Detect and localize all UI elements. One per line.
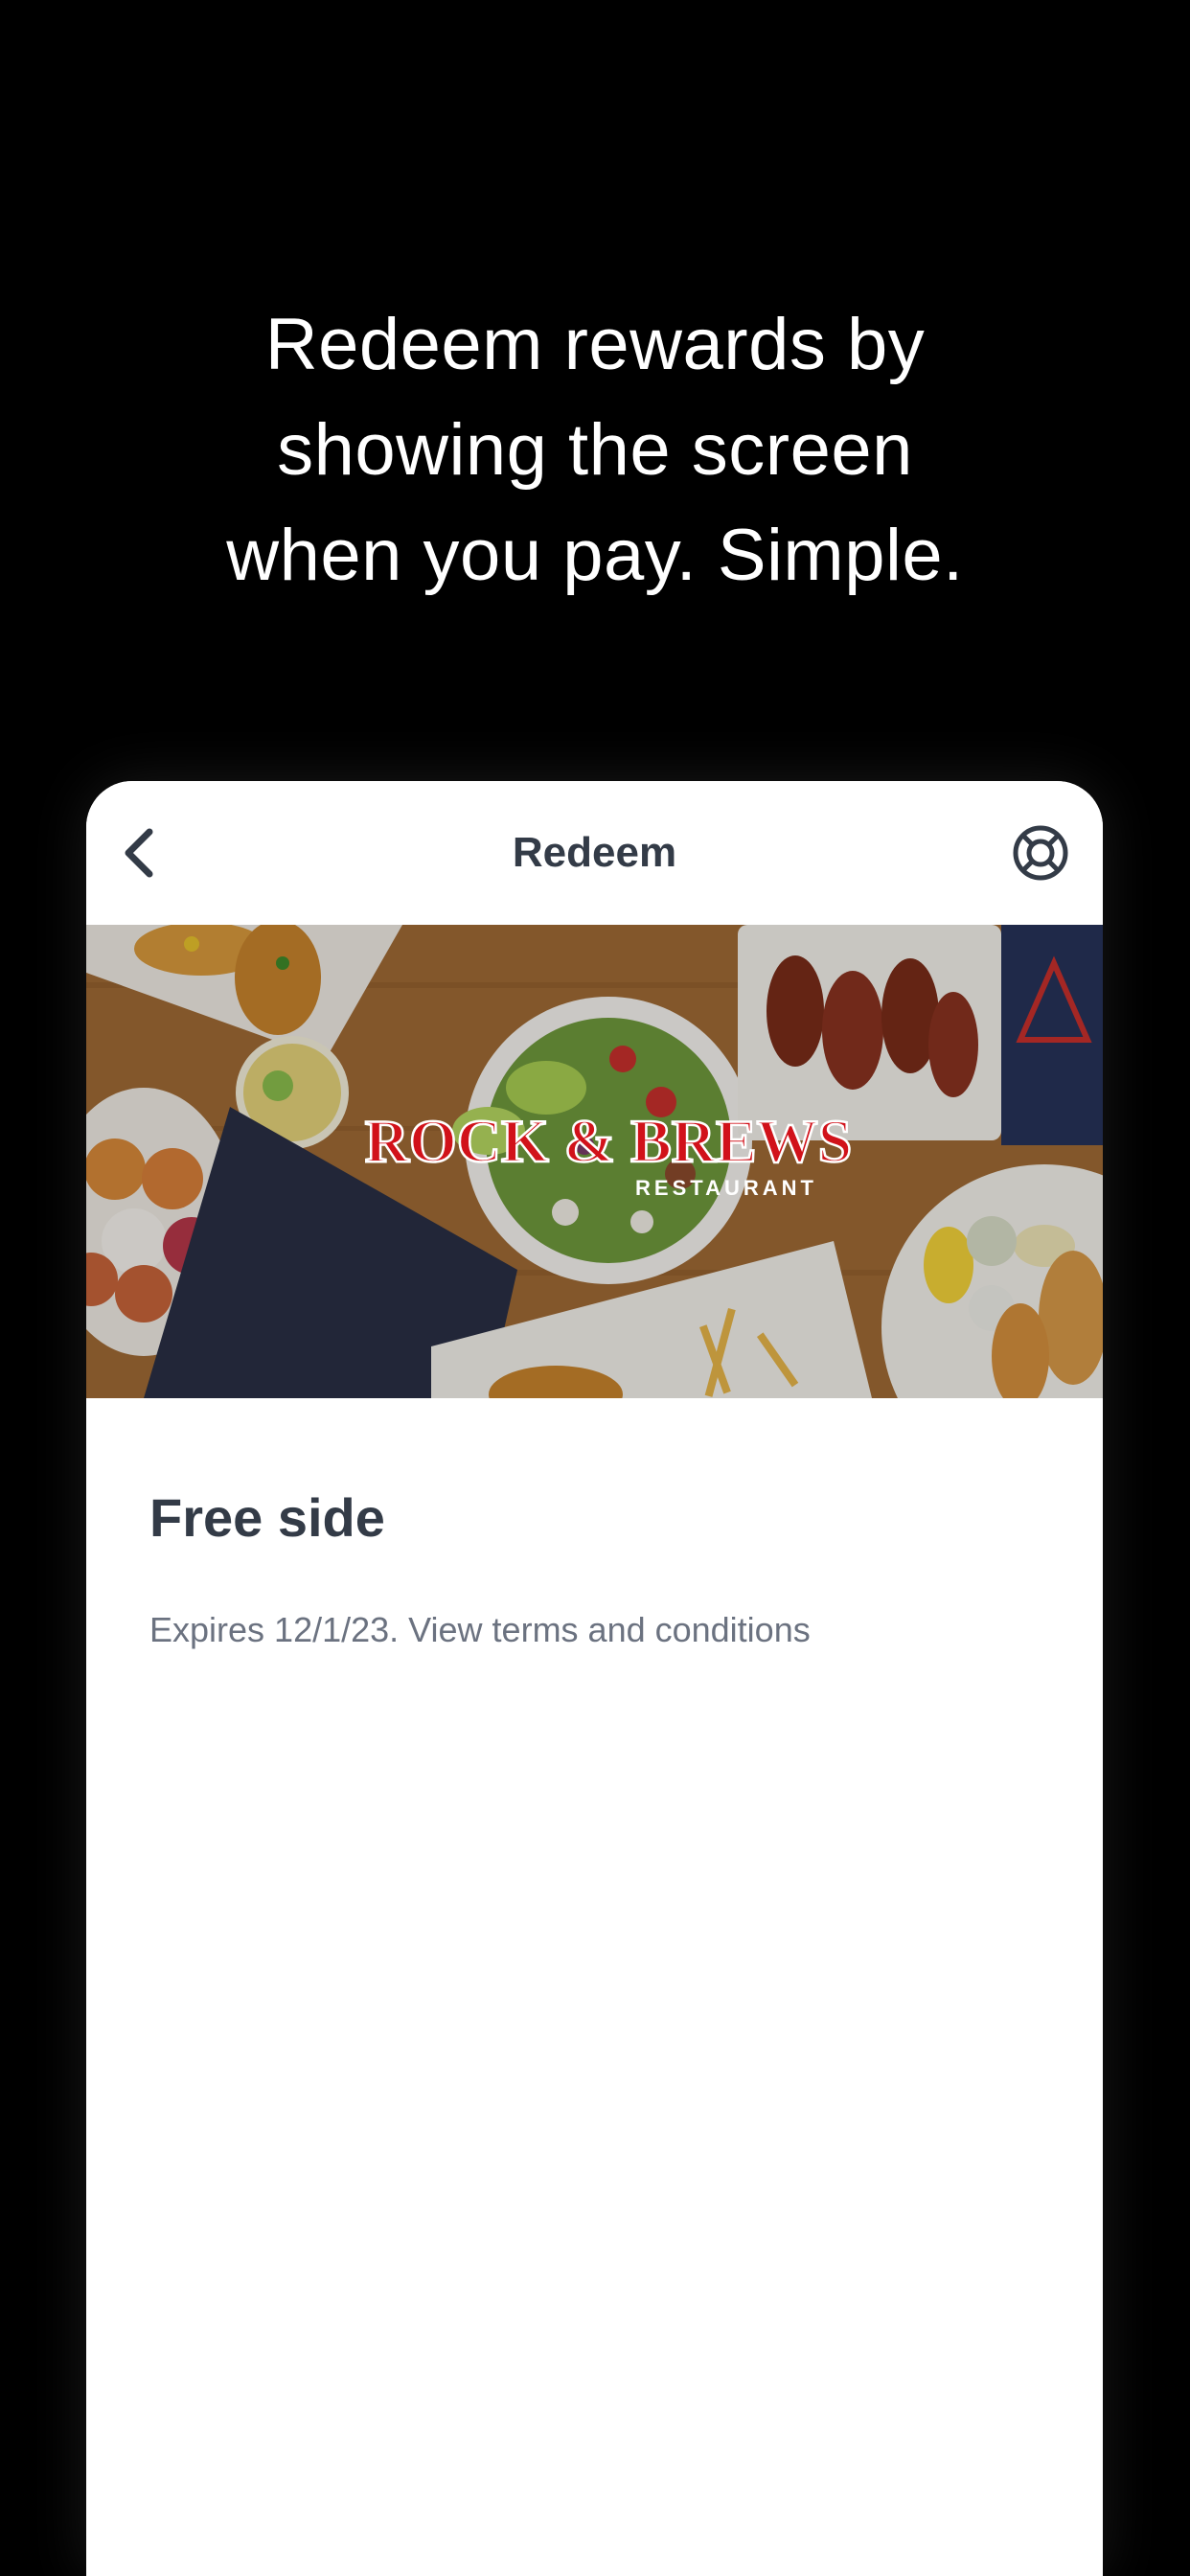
screen: Redeem rewards by showing the screen whe… — [0, 0, 1190, 2576]
back-button[interactable] — [111, 824, 169, 882]
reward-details: Free side Expires 12/1/23. View terms an… — [86, 1484, 1103, 1653]
hero-food-image: ROCK & BREWS RESTAURANT — [86, 925, 1103, 1398]
promo-headline-line-3: when you pay. Simple. — [226, 515, 964, 596]
chevron-left-icon — [125, 828, 153, 878]
nav-title: Redeem — [512, 829, 677, 876]
reward-expiry-text: Expires 12/1/23. — [149, 1610, 400, 1649]
terms-link[interactable]: View terms and conditions — [408, 1610, 811, 1649]
promo-headline-line-2: showing the screen — [277, 409, 913, 491]
help-button[interactable] — [1011, 823, 1070, 883]
nav-bar: Redeem — [86, 781, 1103, 925]
promo-headline: Redeem rewards by showing the screen whe… — [0, 292, 1190, 609]
redeem-screen-card: Redeem ROCK & BREWS RESTAURANT Free side… — [86, 781, 1103, 2576]
promo-headline-line-1: Redeem rewards by — [264, 304, 926, 385]
reward-title: Free side — [149, 1487, 385, 1548]
svg-text:RESTAURANT: RESTAURANT — [635, 1176, 817, 1200]
lifebuoy-icon — [1013, 825, 1068, 881]
svg-text:ROCK & BREWS: ROCK & BREWS — [365, 1107, 853, 1175]
food-photo-illustration: ROCK & BREWS RESTAURANT — [86, 925, 1103, 1398]
reward-expiry-line: Expires 12/1/23. View terms and conditio… — [149, 1607, 1103, 1653]
